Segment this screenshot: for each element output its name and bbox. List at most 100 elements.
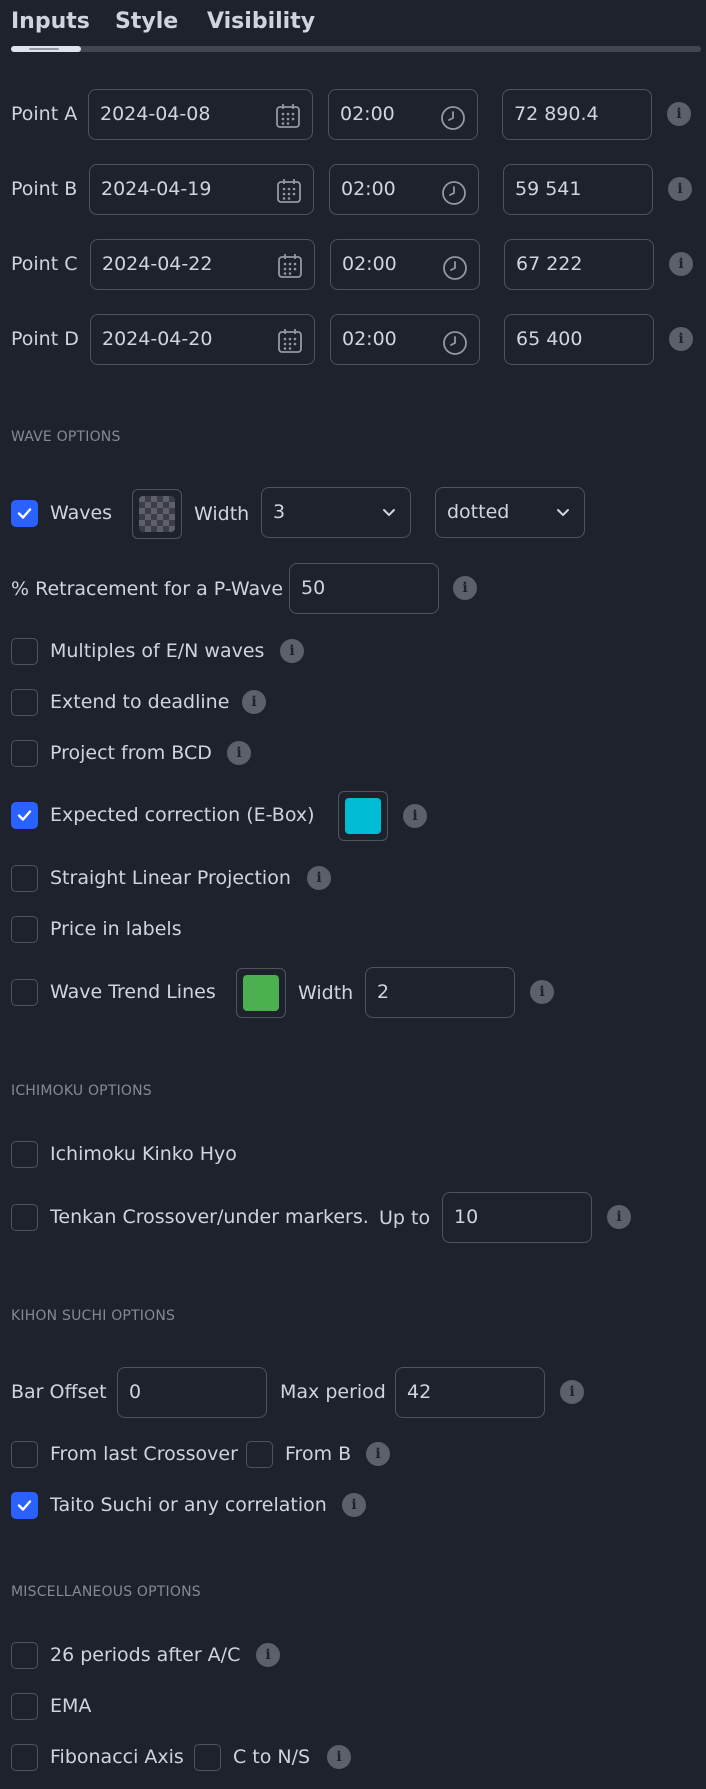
project-info-icon[interactable]: i [227, 741, 251, 765]
from-b-info-icon[interactable]: i [366, 1442, 390, 1466]
kihon-options-title: KIHON SUCHI OPTIONS [11, 1308, 176, 1324]
extend-checkbox[interactable] [11, 689, 38, 716]
tenkan-label: Tenkan Crossover/under markers. [50, 1206, 369, 1228]
clock-icon[interactable] [442, 326, 468, 375]
extend-info-icon[interactable]: i [242, 690, 266, 714]
clock-icon[interactable] [441, 176, 467, 225]
waves-label: Waves [50, 502, 113, 524]
price-labels-checkbox[interactable] [11, 916, 38, 943]
multiples-checkbox[interactable] [11, 638, 38, 665]
point-a-info-icon[interactable]: i [667, 102, 691, 126]
point-c-price-input[interactable]: 67 222 [504, 239, 654, 290]
retracement-info-icon[interactable]: i [453, 576, 477, 600]
ebox-color-swatch [345, 798, 381, 834]
taito-info-icon[interactable]: i [342, 1493, 366, 1517]
chevron-down-icon [557, 509, 569, 517]
extend-label: Extend to deadline [50, 691, 230, 713]
retracement-input[interactable]: 50 [289, 563, 439, 614]
trend-lines-width-input[interactable]: 2 [365, 967, 515, 1018]
trend-lines-checkbox[interactable] [11, 979, 38, 1006]
waves-color-picker[interactable] [132, 489, 182, 539]
point-b-time-input[interactable]: 02:00 [329, 164, 479, 215]
tenkan-upto-input[interactable]: 10 [442, 1192, 592, 1243]
date-value: 2024-04-19 [101, 178, 212, 200]
project-checkbox[interactable] [11, 740, 38, 767]
date-value: 2024-04-08 [100, 103, 211, 125]
tab-visibility[interactable]: Visibility [207, 9, 315, 34]
point-d-time-input[interactable]: 02:00 [330, 314, 480, 365]
trend-lines-label: Wave Trend Lines [50, 981, 216, 1003]
point-b-info-icon[interactable]: i [668, 177, 692, 201]
trend-lines-info-icon[interactable]: i [530, 980, 554, 1004]
trend-lines-width-label: Width [298, 982, 354, 1004]
max-period-input[interactable]: 42 [395, 1367, 545, 1418]
time-value: 02:00 [340, 103, 395, 125]
ebox-info-icon[interactable]: i [403, 804, 427, 828]
max-period-label: Max period [280, 1381, 386, 1403]
c-to-ns-info-icon[interactable]: i [327, 1745, 351, 1769]
calendar-icon[interactable] [275, 175, 303, 224]
waves-color-swatch [139, 496, 175, 532]
point-a-time-input[interactable]: 02:00 [328, 89, 478, 140]
calendar-icon[interactable] [276, 325, 304, 374]
from-b-checkbox[interactable] [246, 1441, 273, 1468]
linear-info-icon[interactable]: i [307, 866, 331, 890]
waves-style-select[interactable]: dotted [435, 487, 585, 538]
point-c-date-input[interactable]: 2024-04-22 [90, 239, 315, 290]
linear-label: Straight Linear Projection [50, 867, 291, 889]
periods-checkbox[interactable] [11, 1642, 38, 1669]
waves-checkbox[interactable] [11, 500, 38, 527]
bar-offset-input[interactable]: 0 [117, 1367, 267, 1418]
waves-width-value: 3 [273, 501, 286, 523]
ebox-color-picker[interactable] [338, 791, 388, 841]
point-b-price-input[interactable]: 59 541 [503, 164, 653, 215]
taito-checkbox[interactable] [11, 1492, 38, 1519]
calendar-icon[interactable] [276, 250, 304, 299]
trend-lines-color-picker[interactable] [236, 968, 286, 1018]
point-d-label: Point D [11, 328, 79, 350]
from-last-crossover-label: From last Crossover [50, 1443, 238, 1465]
tenkan-info-icon[interactable]: i [607, 1205, 631, 1229]
ebox-checkbox[interactable] [11, 802, 38, 829]
ebox-label: Expected correction (E-Box) [50, 804, 315, 826]
waves-width-select[interactable]: 3 [261, 487, 411, 538]
tab-inputs[interactable]: Inputs [11, 9, 90, 34]
ichimoku-options-title: ICHIMOKU OPTIONS [11, 1083, 152, 1099]
waves-width-label: Width [194, 503, 250, 525]
periods-info-icon[interactable]: i [256, 1643, 280, 1667]
tenkan-checkbox[interactable] [11, 1204, 38, 1231]
tab-bar-track [11, 46, 701, 52]
c-to-ns-label: C to N/S [233, 1746, 311, 1768]
clock-icon[interactable] [442, 251, 468, 300]
point-d-price-input[interactable]: 65 400 [504, 314, 654, 365]
point-c-time-input[interactable]: 02:00 [330, 239, 480, 290]
fibonacci-checkbox[interactable] [11, 1744, 38, 1771]
multiples-info-icon[interactable]: i [280, 639, 304, 663]
calendar-icon[interactable] [274, 100, 302, 149]
from-last-crossover-checkbox[interactable] [11, 1441, 38, 1468]
c-to-ns-checkbox[interactable] [194, 1744, 221, 1771]
point-a-date-input[interactable]: 2024-04-08 [88, 89, 313, 140]
tab-bar-active-indicator [11, 46, 81, 52]
point-b-label: Point B [11, 178, 78, 200]
kinko-checkbox[interactable] [11, 1141, 38, 1168]
max-period-info-icon[interactable]: i [560, 1380, 584, 1404]
point-b-date-input[interactable]: 2024-04-19 [89, 164, 314, 215]
ema-label: EMA [50, 1695, 92, 1717]
clock-icon[interactable] [440, 101, 466, 150]
point-d-date-input[interactable]: 2024-04-20 [90, 314, 315, 365]
point-a-price-input[interactable]: 72 890.4 [502, 89, 652, 140]
chevron-down-icon [383, 509, 395, 517]
retracement-label: % Retracement for a P-Wave [11, 578, 284, 600]
price-labels-label: Price in labels [50, 918, 182, 940]
point-d-info-icon[interactable]: i [669, 327, 693, 351]
point-c-label: Point C [11, 253, 78, 275]
linear-checkbox[interactable] [11, 865, 38, 892]
ema-checkbox[interactable] [11, 1693, 38, 1720]
bar-offset-label: Bar Offset [11, 1381, 107, 1403]
tab-style[interactable]: Style [115, 9, 178, 34]
date-value: 2024-04-22 [102, 253, 213, 275]
date-value: 2024-04-20 [102, 328, 213, 350]
point-c-info-icon[interactable]: i [669, 252, 693, 276]
wave-options-title: WAVE OPTIONS [11, 429, 121, 445]
